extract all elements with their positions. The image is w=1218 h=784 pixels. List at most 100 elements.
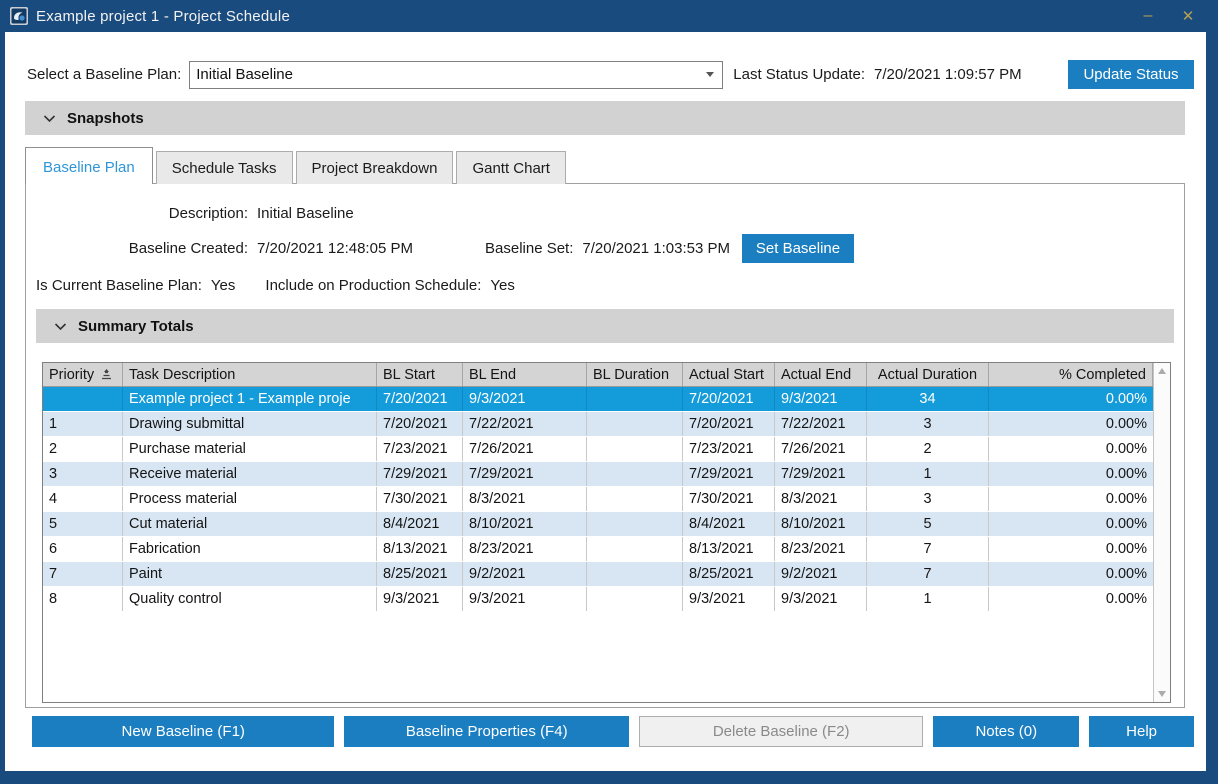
table-cell: Paint	[123, 562, 377, 586]
table-cell: 7/26/2021	[463, 437, 587, 461]
table-cell: Example project 1 - Example proje	[123, 387, 377, 411]
table-cell: 7/29/2021	[463, 462, 587, 486]
minimize-button[interactable]: –	[1128, 3, 1168, 29]
table-cell: 9/3/2021	[463, 587, 587, 611]
table-cell	[587, 562, 683, 586]
baseline-plan-panel: Description: Initial Baseline Baseline C…	[25, 183, 1185, 708]
column-header-bl-end[interactable]: BL End	[463, 363, 587, 386]
column-header-actual-start[interactable]: Actual Start	[683, 363, 775, 386]
table-cell: Fabrication	[123, 537, 377, 561]
column-header-priority[interactable]: Priority	[43, 363, 123, 386]
table-row[interactable]: 6Fabrication8/13/20218/23/20218/13/20218…	[43, 537, 1153, 562]
table-cell: 0.00%	[989, 537, 1153, 561]
current-baseline-row: Is Current Baseline Plan: Yes Include on…	[26, 263, 1184, 294]
table-cell: 9/3/2021	[775, 387, 867, 411]
app-icon	[10, 7, 28, 25]
table-cell: 7/29/2021	[775, 462, 867, 486]
tab-project-breakdown[interactable]: Project Breakdown	[296, 151, 454, 184]
table-cell: 7/26/2021	[775, 437, 867, 461]
table-cell: 7/20/2021	[377, 412, 463, 436]
table-cell: 9/3/2021	[463, 387, 587, 411]
chevron-down-icon	[43, 114, 56, 123]
set-baseline-button[interactable]: Set Baseline	[742, 234, 854, 263]
table-cell: 7/22/2021	[775, 412, 867, 436]
summary-totals-section-label: Summary Totals	[78, 318, 194, 335]
tab-bar: Baseline PlanSchedule TasksProject Break…	[25, 146, 1186, 183]
new-baseline-button[interactable]: New Baseline (F1)	[32, 716, 334, 747]
table-cell: 0.00%	[989, 412, 1153, 436]
table-row[interactable]: Example project 1 - Example proje7/20/20…	[43, 387, 1153, 412]
table-cell	[587, 387, 683, 411]
table-cell: 0.00%	[989, 437, 1153, 461]
table-cell: Quality control	[123, 587, 377, 611]
scroll-up-icon[interactable]	[1158, 368, 1166, 374]
table-cell: 7/29/2021	[377, 462, 463, 486]
table-cell: 1	[867, 587, 989, 611]
delete-baseline-button[interactable]: Delete Baseline (F2)	[639, 716, 923, 747]
table-cell: 8/23/2021	[775, 537, 867, 561]
table-cell: 0.00%	[989, 562, 1153, 586]
vertical-scrollbar[interactable]	[1153, 363, 1170, 702]
table-row[interactable]: 3Receive material7/29/20217/29/20217/29/…	[43, 462, 1153, 487]
table-cell: 7/20/2021	[377, 387, 463, 411]
table-row[interactable]: 7Paint8/25/20219/2/20218/25/20219/2/2021…	[43, 562, 1153, 587]
table-cell: 8/23/2021	[463, 537, 587, 561]
help-button[interactable]: Help	[1089, 716, 1194, 747]
table-row[interactable]: 5Cut material8/4/20218/10/20218/4/20218/…	[43, 512, 1153, 537]
table-cell: 8	[43, 587, 123, 611]
table-cell: 8/10/2021	[463, 512, 587, 536]
table-row[interactable]: 8Quality control9/3/20219/3/20219/3/2021…	[43, 587, 1153, 612]
tab-baseline-plan[interactable]: Baseline Plan	[25, 147, 153, 184]
description-row: Description: Initial Baseline	[26, 184, 1184, 222]
table-cell: Receive material	[123, 462, 377, 486]
baseline-set-value: 7/20/2021 1:03:53 PM	[582, 240, 730, 257]
table-cell: 2	[43, 437, 123, 461]
table-cell	[587, 512, 683, 536]
update-status-button[interactable]: Update Status	[1068, 60, 1194, 89]
table-cell: 3	[43, 462, 123, 486]
table-row[interactable]: 4Process material7/30/20218/3/20217/30/2…	[43, 487, 1153, 512]
baseline-properties-button[interactable]: Baseline Properties (F4)	[344, 716, 628, 747]
baseline-created-label: Baseline Created:	[26, 240, 248, 257]
baseline-selector-row: Select a Baseline Plan: Initial Baseline…	[5, 32, 1206, 92]
table-cell: 7/29/2021	[683, 462, 775, 486]
snapshots-section-label: Snapshots	[67, 110, 144, 127]
table-row[interactable]: 2Purchase material7/23/20217/26/20217/23…	[43, 437, 1153, 462]
summary-totals-section-header[interactable]: Summary Totals	[36, 309, 1174, 343]
scroll-down-icon[interactable]	[1158, 691, 1166, 697]
tab-gantt-chart[interactable]: Gantt Chart	[456, 151, 566, 184]
table-cell: 9/2/2021	[775, 562, 867, 586]
column-header-actual-end[interactable]: Actual End	[775, 363, 867, 386]
table-cell	[587, 437, 683, 461]
title-bar: Example project 1 - Project Schedule – ✕	[0, 0, 1218, 32]
close-button[interactable]: ✕	[1168, 3, 1208, 29]
chevron-down-icon	[54, 322, 67, 331]
table-cell: 0.00%	[989, 487, 1153, 511]
table-cell: 8/13/2021	[683, 537, 775, 561]
table-cell: 7/20/2021	[683, 412, 775, 436]
column-header--completed[interactable]: % Completed	[989, 363, 1153, 386]
snapshots-section-header[interactable]: Snapshots	[25, 101, 1185, 135]
column-header-task-description[interactable]: Task Description	[123, 363, 377, 386]
table-cell: 8/10/2021	[775, 512, 867, 536]
table-cell	[43, 387, 123, 411]
column-header-bl-start[interactable]: BL Start	[377, 363, 463, 386]
table-row[interactable]: 1Drawing submittal7/20/20217/22/20217/20…	[43, 412, 1153, 437]
table-cell	[587, 587, 683, 611]
tab-schedule-tasks[interactable]: Schedule Tasks	[156, 151, 293, 184]
column-header-bl-duration[interactable]: BL Duration	[587, 363, 683, 386]
table-cell: 8/25/2021	[683, 562, 775, 586]
table-cell: 3	[867, 487, 989, 511]
table-cell: Drawing submittal	[123, 412, 377, 436]
table-cell: 7/30/2021	[377, 487, 463, 511]
baseline-plan-value: Initial Baseline	[196, 66, 700, 83]
table-cell: 9/3/2021	[377, 587, 463, 611]
table-cell	[587, 462, 683, 486]
baseline-plan-combobox[interactable]: Initial Baseline	[189, 61, 723, 89]
column-header-actual-duration[interactable]: Actual Duration	[867, 363, 989, 386]
table-cell: 8/4/2021	[683, 512, 775, 536]
table-cell: 5	[867, 512, 989, 536]
notes-button[interactable]: Notes (0)	[933, 716, 1079, 747]
dialog-body: Select a Baseline Plan: Initial Baseline…	[5, 32, 1206, 771]
baseline-set-label: Baseline Set:	[485, 240, 573, 257]
